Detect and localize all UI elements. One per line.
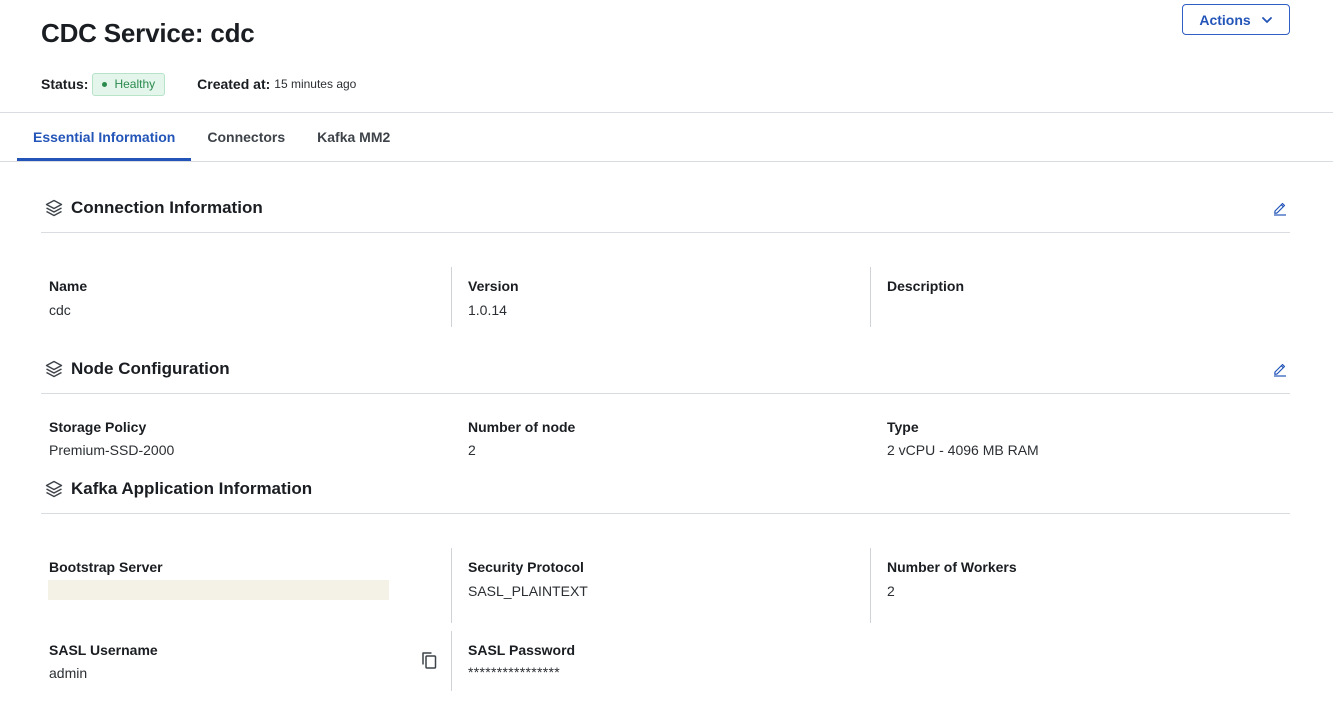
column-divider bbox=[451, 267, 452, 327]
security-protocol-label: Security Protocol bbox=[468, 559, 584, 575]
storage-policy-label: Storage Policy bbox=[49, 419, 147, 435]
kafka-section-header: Kafka Application Information bbox=[41, 474, 1290, 514]
actions-button[interactable]: Actions bbox=[1182, 4, 1290, 35]
storage-policy-value: Premium-SSD-2000 bbox=[49, 442, 175, 458]
service-meta: Status: Healthy Created at: 15 minutes a… bbox=[41, 72, 356, 96]
chevron-down-icon bbox=[1261, 16, 1272, 23]
sasl-username-field: SASL Username admin bbox=[49, 641, 158, 682]
type-label: Type bbox=[887, 419, 919, 435]
tabs-divider bbox=[0, 161, 1333, 162]
node-section-title: Node Configuration bbox=[71, 358, 230, 378]
sasl-password-value: **************** bbox=[468, 664, 560, 680]
column-divider bbox=[870, 267, 871, 327]
kafka-section-title: Kafka Application Information bbox=[71, 478, 313, 498]
name-value: cdc bbox=[49, 302, 71, 318]
connection-section-header: Connection Information bbox=[41, 193, 1290, 233]
bootstrap-server-field: Bootstrap Server bbox=[49, 558, 163, 576]
storage-policy-field: Storage Policy Premium-SSD-2000 bbox=[49, 418, 174, 459]
layers-icon bbox=[45, 360, 63, 377]
type-field: Type 2 vCPU - 4096 MB RAM bbox=[887, 418, 1039, 459]
node-section-header: Node Configuration bbox=[41, 354, 1290, 394]
bootstrap-server-label: Bootstrap Server bbox=[49, 559, 163, 575]
bootstrap-server-value bbox=[48, 580, 389, 600]
type-value: 2 vCPU - 4096 MB RAM bbox=[887, 442, 1039, 458]
copy-icon[interactable] bbox=[419, 650, 439, 670]
created-value: 15 minutes ago bbox=[274, 77, 357, 91]
security-protocol-value: SASL_PLAINTEXT bbox=[468, 583, 588, 599]
security-protocol-field: Security Protocol SASL_PLAINTEXT bbox=[468, 558, 588, 600]
actions-button-label: Actions bbox=[1199, 11, 1251, 28]
description-label: Description bbox=[887, 278, 965, 294]
column-divider bbox=[451, 548, 452, 623]
number-of-workers-value: 2 bbox=[887, 583, 895, 599]
sasl-password-label: SASL Password bbox=[468, 642, 576, 658]
version-field: Version 1.0.14 bbox=[468, 277, 519, 319]
version-value: 1.0.14 bbox=[468, 302, 507, 318]
page-title: CDC Service: cdc bbox=[41, 18, 255, 48]
number-of-node-field: Number of node 2 bbox=[468, 418, 575, 459]
pencil-icon[interactable] bbox=[1272, 200, 1288, 216]
status-dot-icon bbox=[102, 81, 108, 87]
status-value: Healthy bbox=[114, 77, 156, 91]
layers-icon bbox=[45, 480, 63, 497]
status-badge: Healthy bbox=[92, 72, 166, 96]
tab-connectors[interactable]: Connectors bbox=[191, 113, 301, 161]
sasl-username-value: admin bbox=[49, 665, 88, 681]
connection-section-title: Connection Information bbox=[71, 197, 263, 217]
name-field: Name cdc bbox=[49, 277, 87, 319]
column-divider bbox=[870, 548, 871, 623]
version-label: Version bbox=[468, 278, 519, 294]
status-label: Status: bbox=[41, 76, 89, 92]
layers-icon bbox=[45, 199, 63, 216]
created-label: Created at: bbox=[197, 76, 271, 92]
tab-essential-information[interactable]: Essential Information bbox=[17, 113, 192, 161]
number-of-node-label: Number of node bbox=[468, 419, 576, 435]
number-of-node-value: 2 bbox=[468, 442, 476, 458]
sasl-username-label: SASL Username bbox=[49, 642, 158, 658]
tab-kafka-mm2[interactable]: Kafka MM2 bbox=[301, 113, 406, 161]
number-of-workers-field: Number of Workers 2 bbox=[887, 558, 1017, 600]
created-at: Created at: 15 minutes ago bbox=[197, 76, 356, 92]
sasl-password-field: SASL Password **************** bbox=[468, 641, 575, 681]
column-divider bbox=[451, 631, 452, 691]
pencil-icon[interactable] bbox=[1272, 361, 1288, 377]
tab-bar: Essential Information Connectors Kafka M… bbox=[17, 113, 406, 161]
name-label: Name bbox=[49, 278, 88, 294]
description-field: Description bbox=[887, 277, 964, 301]
number-of-workers-label: Number of Workers bbox=[887, 559, 1017, 575]
